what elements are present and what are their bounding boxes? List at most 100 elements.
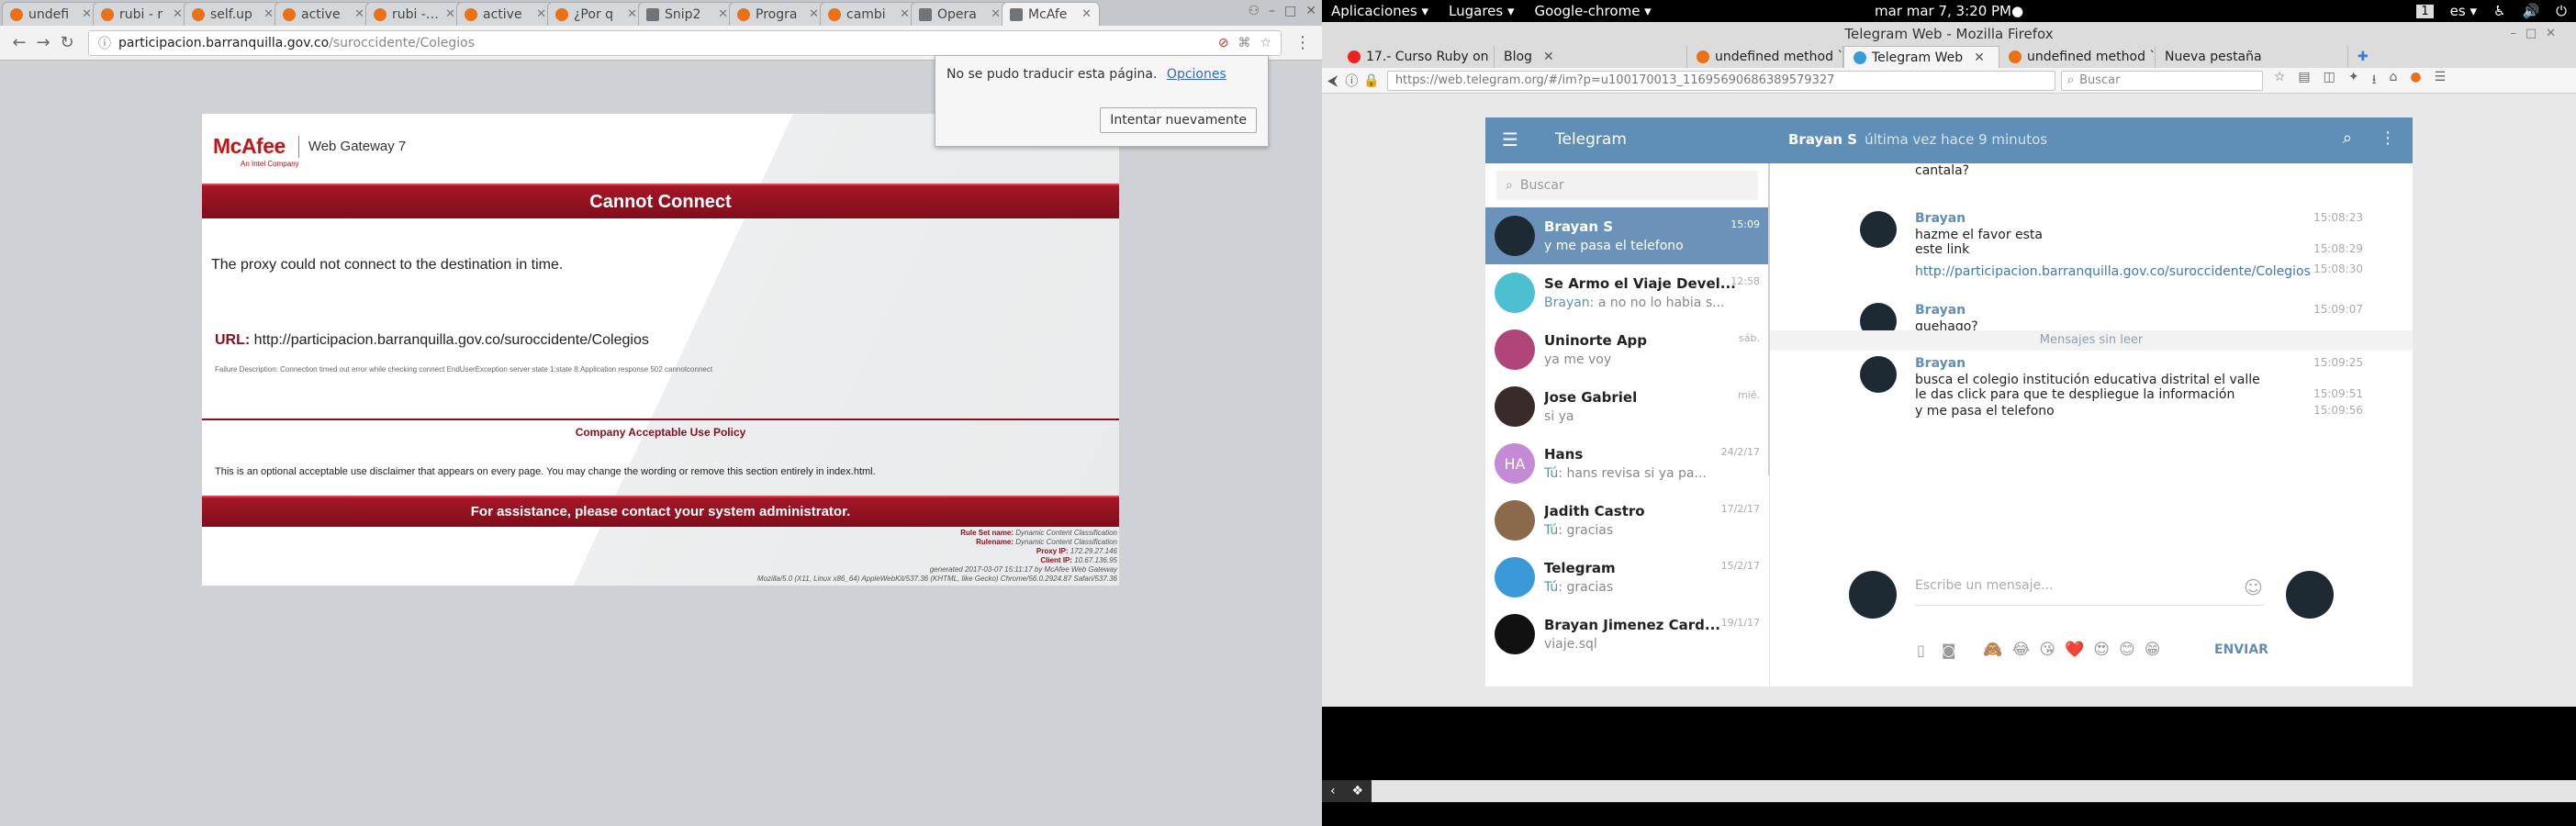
address-bar[interactable]: ⓘ participacion.barranquilla.gov.co/suro… [88,29,1282,56]
dialog-item[interactable]: Jose Gabriel si ya mié. [1485,378,1769,435]
extension-icon[interactable]: ● [2410,70,2421,92]
chrome-tab[interactable]: McAfe ✕ [1002,2,1100,26]
firefox-url-bar[interactable]: https://web.telegram.org/#/im?p=u1001700… [1386,70,2055,91]
back-button[interactable]: ⮜ [1327,72,1338,90]
dialog-item[interactable]: HA Hans Tú: hans revisa si ya pa... 24/2/17 [1485,435,1769,492]
chat-peer-title[interactable]: Brayan Súltima vez hace 9 minutos [1788,131,2047,148]
info-icon[interactable]: ⓘ [1345,72,1358,90]
chrome-tab[interactable]: rubi - r ✕ [93,2,191,26]
translate-options-link[interactable]: Opciones [1167,67,1226,82]
bookmark-star-icon[interactable]: ☆ [2274,70,2286,92]
accessibility-icon[interactable]: ♿ [2493,3,2505,19]
dialog-item[interactable]: Se Armo el Viaje Devel... Brayan: a no no… [1485,264,1769,321]
power-icon[interactable]: ⏻ [2556,3,2567,19]
maximize-icon[interactable]: □ [1284,4,1296,18]
emoji-button[interactable]: ❤️ [2065,641,2084,659]
firefox-tab[interactable]: undefined method `+'...✕ [1999,46,2156,68]
chrome-menu-icon[interactable]: ⋮ [1291,33,1315,52]
bookmark-star-icon[interactable]: ☆ [1260,36,1271,50]
chrome-tab[interactable]: Progra ✕ [729,2,827,26]
sender-name[interactable]: Brayan [1915,303,1966,318]
message-input[interactable]: Escribe un mensaje... [1915,578,2264,606]
emoji-icon[interactable]: ☺ [2244,576,2263,598]
chrome-tab[interactable]: rubi - ® ✕ [365,2,464,26]
close-tab-icon[interactable]: ✕ [263,7,274,21]
dialog-item[interactable]: Uninorte App ya me voy sáb. [1485,321,1769,378]
send-button[interactable]: ENVIAR [2214,642,2268,657]
firefox-search-box[interactable]: ⌕ Buscar [2060,70,2263,91]
translate-icon[interactable]: ⌘ [1238,36,1250,50]
volume-icon[interactable]: 🔊 [2522,3,2539,19]
chrome-tab[interactable]: active ✕ [274,2,373,26]
retry-translate-button[interactable]: Intentar nuevamente [1100,107,1257,133]
minimize-icon[interactable]: – [1269,4,1275,18]
dialog-item[interactable]: Brayan S y me pasa el telefono 15:09 [1485,207,1769,264]
addon-icon[interactable]: ✦ [2348,70,2359,92]
sender-name[interactable]: Brayan [1915,356,1966,371]
close-tab-icon[interactable]: ✕ [718,7,728,21]
firefox-tab[interactable]: Blog ✕ [1495,46,1687,68]
emoji-button[interactable]: 🙈 [1983,641,2002,659]
more-options-icon[interactable]: ⋮ [2380,128,2396,148]
firefox-tab[interactable]: 17.- Curso Ruby on R...✕ [1338,46,1495,68]
places-menu[interactable]: Lugares ▾ [1449,3,1515,19]
applications-menu[interactable]: Aplicaciones ▾ [1331,3,1428,19]
emoji-button[interactable]: 😊 [2119,641,2135,659]
close-tab-icon[interactable]: ✕ [900,7,910,21]
close-tab-icon[interactable]: ✕ [536,7,546,21]
chrome-tab[interactable]: cambi ✕ [820,2,918,26]
chrome-tab[interactable]: self.up ✕ [184,2,282,26]
dialog-item[interactable]: Jadith Castro Tú: gracias 17/2/17 [1485,492,1769,549]
emoji-button[interactable]: 😁 [2145,641,2161,659]
chrome-tab[interactable]: Opera ✕ [911,2,1009,26]
camera-icon[interactable]: ◙ [1942,642,1956,659]
close-tab-icon[interactable]: ✕ [809,7,819,21]
library-icon[interactable]: ▤ [2298,70,2310,92]
dropbox-icon[interactable]: ❖ [1351,784,1363,798]
hamburger-menu-icon[interactable]: ☰ [1502,128,1518,151]
close-tab-icon[interactable]: ✕ [1543,50,1554,64]
pocket-icon[interactable]: ◫ [2324,70,2335,92]
workspace-indicator[interactable]: 1 [2416,4,2434,18]
emoji-button[interactable]: 😘 [2039,641,2055,659]
reload-button[interactable]: ↻ [55,33,79,52]
emoji-button[interactable]: 😂 [2012,641,2031,659]
message-text[interactable]: http://participacion.barranquilla.gov.co… [1915,262,2311,281]
download-icon[interactable]: ⭳ [2372,70,2377,92]
close-tab-icon[interactable]: ✕ [627,7,637,21]
attach-file-icon[interactable]: ▯ [1917,642,1925,659]
emoji-button[interactable]: 😍 [2093,641,2110,659]
user-icon[interactable]: ⚇ [1248,4,1260,18]
search-icon[interactable]: ⌕ [2343,128,2352,148]
chrome-tab[interactable]: ¿Por q ✕ [547,2,645,26]
back-button[interactable]: ← [7,33,31,52]
close-tab-icon[interactable]: ✕ [445,7,455,21]
close-tab-icon[interactable]: ✕ [1974,50,1985,65]
clock[interactable]: mar mar 7, 3:20 PM● [1875,3,2023,19]
close-tab-icon[interactable]: ✕ [173,7,183,21]
firefox-tab[interactable]: undefined method `+'...✕ [1687,46,1843,68]
firefox-tab[interactable]: Telegram Web ✕ [1843,46,1999,68]
blocked-icon[interactable]: ⊘ [1218,36,1229,50]
forward-button[interactable]: → [31,33,55,52]
dialog-item[interactable]: Telegram Tú: gracias 15/2/17 [1485,549,1769,606]
chrome-tab[interactable]: active ✕ [456,2,554,26]
sender-name[interactable]: Brayan [1915,211,1966,226]
menu-icon[interactable]: ☰ [2435,70,2447,92]
firefox-tab[interactable]: Nueva pestaña [2156,46,2348,68]
close-tab-icon[interactable]: ✕ [82,7,92,21]
new-tab-button[interactable]: ✚ [2348,46,2378,68]
dialog-search-input[interactable]: ⌕ Buscar [1496,171,1758,200]
active-app-menu[interactable]: Google-chrome ▾ [1535,3,1652,19]
language-selector[interactable]: es ▾ [2450,3,2477,19]
close-icon[interactable]: ✕ [1305,4,1316,18]
firefox-window-controls[interactable]: –□✕ [2510,22,2565,46]
close-tab-icon[interactable]: ✕ [354,7,364,21]
close-tab-icon[interactable]: ✕ [991,7,1001,21]
home-icon[interactable]: ⌂ [2389,70,2397,92]
chrome-tab[interactable]: Snip2 ✕ [638,2,736,26]
close-tab-icon[interactable]: ✕ [1081,7,1092,21]
info-icon[interactable]: ⓘ [98,34,111,52]
chrome-tab[interactable]: undefi ✕ [2,2,100,26]
dialog-item[interactable]: Brayan Jimenez Card... viaje.sql 19/1/17 [1485,606,1769,663]
